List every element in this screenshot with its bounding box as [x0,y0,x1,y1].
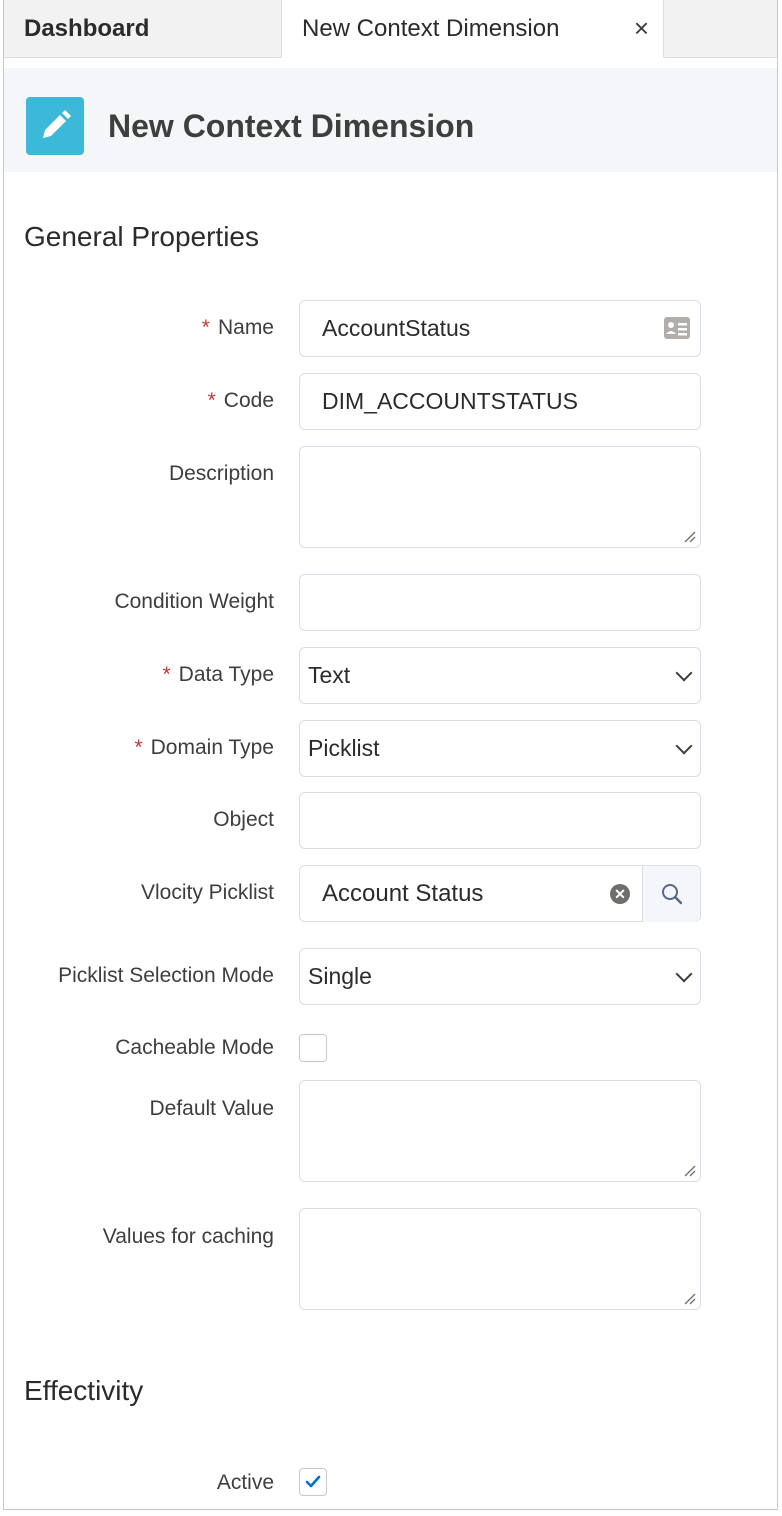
tab-dashboard-label: Dashboard [24,14,150,42]
data-type-value: Text [308,662,351,688]
section-effectivity: Effectivity [24,1375,144,1406]
code-input[interactable]: DIM_ACCOUNTSTATUS [299,373,701,430]
search-icon [662,884,683,905]
domain-type-value: Picklist [308,735,380,761]
page-header: New Context Dimension [4,68,777,172]
edit-pencil-icon [26,97,84,155]
resize-handle-icon[interactable] [684,531,696,543]
description-label: Description [168,462,274,485]
tab-new-context-dimension[interactable]: New Context Dimension × [282,0,664,58]
values-for-caching-textarea[interactable] [299,1208,701,1310]
tab-dashboard[interactable]: Dashboard [4,0,282,57]
clear-icon[interactable]: ✕ [610,884,630,904]
condition-weight-input[interactable] [299,574,701,631]
contact-card-icon [663,316,691,346]
default-value-label: Default Value [149,1097,274,1120]
chevron-down-icon [675,965,693,982]
object-label: Object [213,808,274,831]
name-value: AccountStatus [322,315,471,341]
vlocity-picklist-lookup[interactable]: Account Status ✕ [299,865,701,922]
checkmark-icon [305,1475,321,1488]
chevron-down-icon [675,737,693,754]
name-input[interactable]: AccountStatus [299,300,701,357]
chevron-down-icon [675,664,693,681]
domain-type-select[interactable]: Picklist [299,720,701,777]
code-label: * Code [207,389,274,412]
required-marker: * [201,316,210,339]
page-title: New Context Dimension [108,108,475,144]
description-textarea[interactable] [299,446,701,548]
active-checkbox[interactable] [299,1468,327,1496]
resize-handle-icon[interactable] [684,1165,696,1177]
domain-type-label: * Domain Type [134,736,274,759]
values-for-caching-label: Values for caching [102,1225,274,1248]
vlocity-picklist-label: Vlocity Picklist [140,881,274,904]
object-input[interactable] [299,792,701,849]
default-value-textarea[interactable] [299,1080,701,1182]
condition-weight-label: Condition Weight [114,590,274,613]
picklist-selection-mode-select[interactable]: Single [299,948,701,1005]
cacheable-mode-checkbox[interactable] [299,1034,327,1062]
picklist-selection-mode-label: Picklist Selection Mode [58,964,274,987]
name-label: * Name [201,316,274,339]
data-type-select[interactable]: Text [299,647,701,704]
resize-handle-icon[interactable] [684,1293,696,1305]
tab-active-label: New Context Dimension [302,14,560,42]
data-type-label: * Data Type [162,663,274,686]
section-general-properties: General Properties [24,221,260,252]
close-tab-icon[interactable]: × [634,14,649,42]
active-label: Active [216,1471,274,1494]
search-button[interactable] [642,866,700,922]
code-value: DIM_ACCOUNTSTATUS [322,388,578,414]
cacheable-mode-label: Cacheable Mode [115,1036,274,1059]
vlocity-picklist-value: Account Status [322,879,484,907]
tab-bar: Dashboard New Context Dimension × [4,0,777,58]
picklist-selection-mode-value: Single [308,963,372,989]
